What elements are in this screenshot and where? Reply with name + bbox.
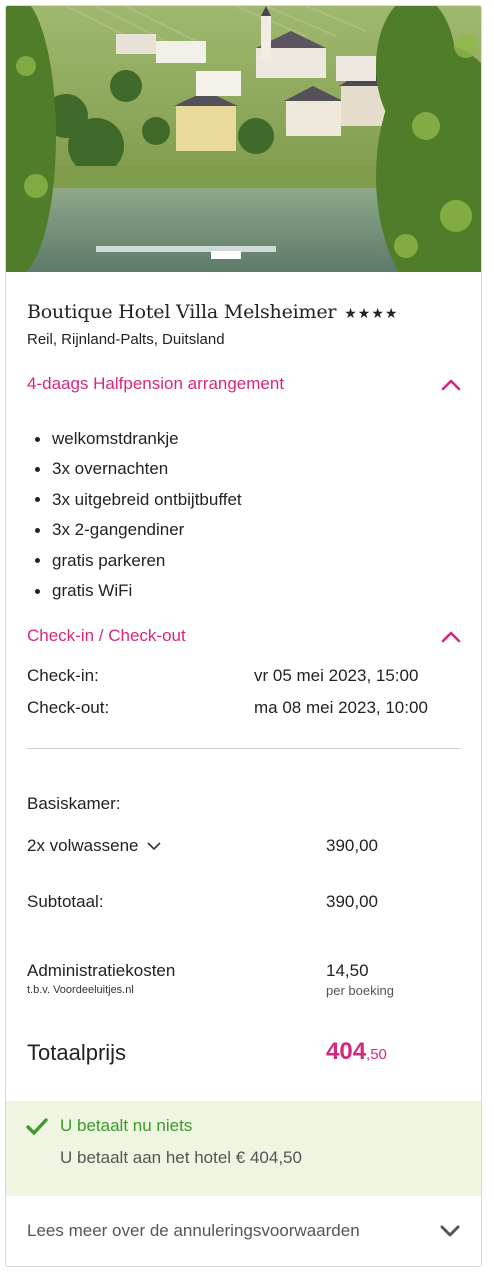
bullet-icon (35, 527, 40, 533)
list-item: gratis WiFi (27, 576, 242, 606)
checkout-label: Check-out: (27, 698, 110, 717)
subtotal-row: Subtotaal: 390,00 (27, 892, 467, 912)
bullet-icon (35, 588, 40, 594)
room-label: Basiskamer: (27, 794, 121, 813)
checkinout-title: Check-in / Check-out (27, 626, 186, 645)
hotel-location: Reil, Rijnland-Palts, Duitsland (27, 331, 225, 348)
hotel-name: Boutique Hotel Villa Melsheimer (27, 301, 337, 323)
bullet-icon (35, 467, 40, 473)
total-price: 404,50 (326, 1038, 387, 1066)
booking-card: Boutique Hotel Villa Melsheimer ★★★★ Rei… (5, 5, 482, 1267)
star-rating: ★★★★ (344, 305, 399, 321)
admin-amount: 14,50 (326, 961, 369, 980)
admin-per-label: per boeking (326, 983, 394, 998)
bullet-icon (35, 497, 40, 503)
cancellation-toggle[interactable]: Lees meer over de annuleringsvoorwaarden (6, 1196, 481, 1266)
list-item: gratis parkeren (27, 546, 242, 576)
list-item: 3x uitgebreid ontbijtbuffet (27, 485, 242, 515)
admin-sub-label: t.b.v. Voordeeluitjes.nl (27, 984, 134, 996)
chevron-up-icon[interactable] (441, 377, 461, 391)
guests-row: 2x volwassene 390,00 (27, 836, 467, 856)
cancellation-link[interactable]: Lees meer over de annuleringsvoorwaarden (27, 1221, 360, 1241)
subtotal-amount: 390,00 (326, 892, 378, 911)
admin-row: Administratiekosten 14,50 (27, 961, 467, 981)
pay-hotel-text: U betaalt aan het hotel € 404,50 (60, 1148, 302, 1167)
total-price-cents: ,50 (366, 1046, 387, 1063)
hotel-title-row: Boutique Hotel Villa Melsheimer ★★★★ (27, 301, 398, 323)
list-item: 3x overnachten (27, 454, 242, 484)
pay-now-text: U betaalt nu niets (60, 1116, 193, 1135)
payment-info-box: U betaalt nu niets U betaalt aan het hot… (6, 1101, 481, 1196)
chevron-up-icon[interactable] (441, 629, 461, 643)
total-price-whole: 404 (326, 1038, 367, 1065)
checkout-row: Check-out: ma 08 mei 2023, 10:00 (27, 698, 467, 718)
list-item: welkomstdrankje (27, 424, 242, 454)
list-item: 3x 2-gangendiner (27, 515, 242, 545)
guests-amount: 390,00 (326, 836, 378, 855)
guests-select[interactable]: 2x volwassene (27, 836, 161, 856)
check-icon (26, 1118, 48, 1135)
feature-list: welkomstdrankje 3x overnachten 3x uitgeb… (27, 424, 242, 606)
arrangement-toggle[interactable]: 4-daags Halfpension arrangement (27, 374, 461, 394)
arrangement-title: 4-daags Halfpension arrangement (27, 374, 285, 393)
guests-select-value: 2x volwassene (27, 836, 139, 855)
bullet-icon (35, 436, 40, 442)
checkout-value: ma 08 mei 2023, 10:00 (254, 698, 428, 717)
checkin-value: vr 05 mei 2023, 15:00 (254, 666, 419, 685)
chevron-down-icon (146, 841, 161, 850)
chevron-down-icon[interactable] (440, 1225, 460, 1238)
checkin-label: Check-in: (27, 666, 99, 685)
total-label: Totaalprijs (27, 1040, 127, 1065)
admin-label: Administratiekosten (27, 961, 176, 980)
subtotal-label: Subtotaal: (27, 892, 104, 911)
hotel-photo (6, 6, 481, 272)
admin-sub-row: t.b.v. Voordeeluitjes.nl per boeking (27, 983, 467, 998)
bullet-icon (35, 558, 40, 564)
checkinout-toggle[interactable]: Check-in / Check-out (27, 626, 461, 646)
checkin-row: Check-in: vr 05 mei 2023, 15:00 (27, 666, 467, 686)
divider (27, 748, 460, 749)
